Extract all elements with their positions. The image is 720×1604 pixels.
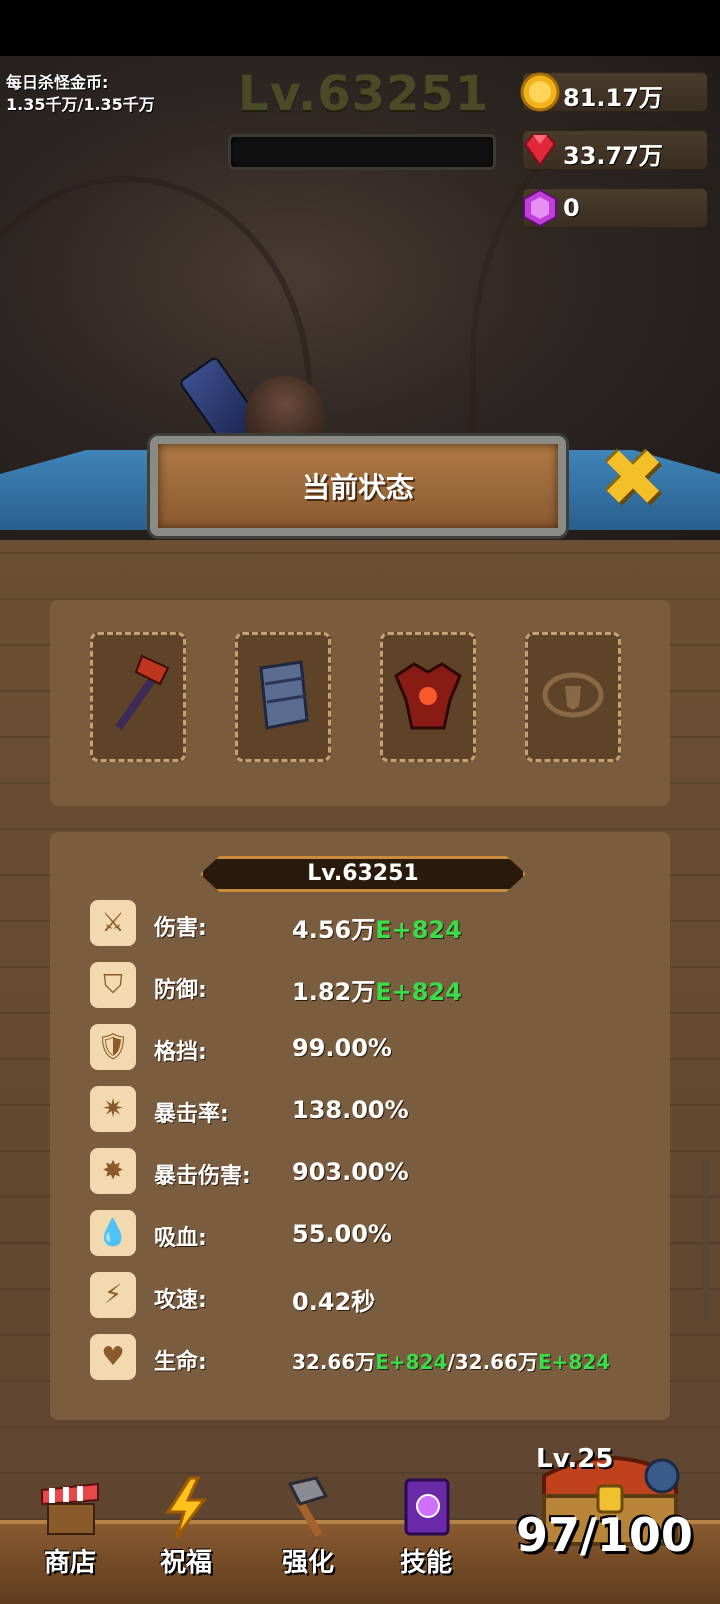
block-value: 99.00%	[292, 1034, 392, 1062]
daily-kill-gold: 每日杀怪金币: 1.35千万/1.35千万	[6, 72, 155, 116]
close-icon: ✖	[600, 434, 666, 524]
block-shield-icon: 🛡	[90, 1024, 136, 1070]
crit-burst-icon: ✷	[90, 1086, 136, 1132]
armor-icon	[259, 660, 309, 730]
lightning-icon	[165, 1476, 207, 1539]
crit-rate-value: 138.00%	[292, 1096, 409, 1124]
panel-title: 当前状态	[301, 471, 414, 504]
nav-skills-label: 技能	[399, 1548, 452, 1578]
crit-damage-icon: ✸	[90, 1148, 136, 1194]
stat-label: 吸血:	[154, 1226, 207, 1251]
stat-lifesteal: 💧 吸血: 55.00%	[90, 1208, 650, 1260]
ruby-counter[interactable]: 33.77万	[522, 130, 708, 170]
defense-bonus: E+824	[375, 978, 462, 1006]
stat-label: 防御:	[154, 978, 207, 1003]
equip-slot-armor[interactable]	[235, 632, 331, 762]
hp-separator: /	[447, 1350, 455, 1374]
gem-value: 0	[563, 194, 580, 222]
stat-label: 攻速:	[154, 1288, 207, 1313]
close-button[interactable]: ✖	[600, 440, 666, 518]
sword-icon: ⚔	[90, 900, 136, 946]
lifesteal-icon: 💧	[90, 1210, 136, 1256]
stat-damage: ⚔ 伤害: 4.56万E+824	[90, 898, 650, 950]
hp-value: 32.66万E+824/32.66万E+824	[292, 1346, 610, 1375]
hammer-weapon-icon	[115, 654, 170, 731]
attack-speed-icon: ⚡	[90, 1272, 136, 1318]
gold-coin-icon	[520, 72, 560, 112]
xp-bar	[228, 134, 496, 170]
stat-value: 4.56万E+824	[292, 910, 462, 945]
stat-attack-speed: ⚡ 攻速: 0.42秒	[90, 1270, 650, 1322]
heart-plus-icon: ♥	[90, 1334, 136, 1380]
purple-gem-icon	[523, 188, 557, 228]
stat-label: 生命:	[154, 1350, 207, 1375]
stats-box: Lv.63251 ⚔ 伤害: 4.56万E+824 ⛉ 防御: 1.82万E+8…	[50, 832, 670, 1420]
damage-bonus: E+824	[375, 916, 462, 944]
hammer-icon	[287, 1476, 329, 1538]
shop-stall-icon	[41, 1482, 99, 1535]
shield-icon: ⛉	[90, 962, 136, 1008]
gold-value: 81.17万	[563, 84, 663, 112]
nav-enhance-button[interactable]: 强化	[258, 1476, 358, 1600]
stat-crit-rate: ✷ 暴击率: 138.00%	[90, 1084, 650, 1136]
stat-label: 暴击伤害:	[154, 1164, 251, 1189]
equip-slot-accessory[interactable]	[525, 632, 621, 762]
demon-armor-icon	[394, 662, 462, 730]
stat-label: 伤害:	[154, 916, 207, 941]
ruby-value: 33.77万	[563, 142, 663, 170]
stat-defense: ⛉ 防御: 1.82万E+824	[90, 960, 650, 1012]
stat-label: 格挡:	[154, 1040, 207, 1065]
stat-hp: ♥ 生命: 32.66万E+824/32.66万E+824	[90, 1332, 650, 1384]
scrollbar[interactable]	[703, 1160, 709, 1320]
stat-crit-damage: ✸ 暴击伤害: 903.00%	[90, 1146, 650, 1198]
chest-level: Lv.25	[536, 1444, 614, 1474]
daily-kill-gold-value: 1.35千万/1.35千万	[6, 95, 155, 114]
stat-value: 1.82万E+824	[292, 972, 462, 1007]
status-bar	[0, 0, 720, 56]
hp-current: 32.66万	[292, 1350, 376, 1374]
player-level: Lv.63251	[238, 66, 490, 122]
nav-skills-button[interactable]: 技能	[376, 1476, 476, 1600]
nav-shop-button[interactable]: 商店	[20, 1476, 120, 1600]
panel-title-plate: 当前状态	[150, 436, 566, 536]
nav-blessing-button[interactable]: 祝福	[136, 1476, 236, 1600]
daily-kill-gold-label: 每日杀怪金币:	[6, 73, 109, 92]
attack-speed-value: 0.42秒	[292, 1288, 376, 1316]
equip-slot-weapon[interactable]	[90, 632, 186, 762]
stat-block: 🛡 格挡: 99.00%	[90, 1022, 650, 1074]
hp-max-bonus: E+824	[538, 1350, 611, 1374]
nav-enhance-label: 强化	[281, 1548, 334, 1578]
crit-damage-value: 903.00%	[292, 1158, 409, 1186]
gold-counter[interactable]: 81.17万	[520, 72, 708, 112]
equipment-box	[50, 600, 670, 806]
nav-shop-label: 商店	[43, 1548, 96, 1578]
nav-blessing-label: 祝福	[159, 1548, 212, 1578]
hp-max: 32.66万	[454, 1350, 539, 1374]
chest-count: 97/100	[516, 1508, 693, 1562]
stat-label: 暴击率:	[154, 1102, 229, 1127]
gem-counter[interactable]: 0	[522, 188, 708, 228]
ruby-icon	[523, 134, 557, 167]
damage-value: 4.56万	[292, 916, 376, 944]
stats-level: Lv.63251	[307, 861, 419, 886]
hp-current-bonus: E+824	[375, 1350, 448, 1374]
lifesteal-value: 55.00%	[292, 1220, 392, 1248]
equip-slot-chest[interactable]	[380, 632, 476, 762]
defense-value: 1.82万	[292, 978, 376, 1006]
spellbook-icon	[404, 1478, 450, 1536]
stats-level-banner: Lv.63251	[200, 856, 526, 892]
empty-accessory-icon	[542, 672, 604, 718]
